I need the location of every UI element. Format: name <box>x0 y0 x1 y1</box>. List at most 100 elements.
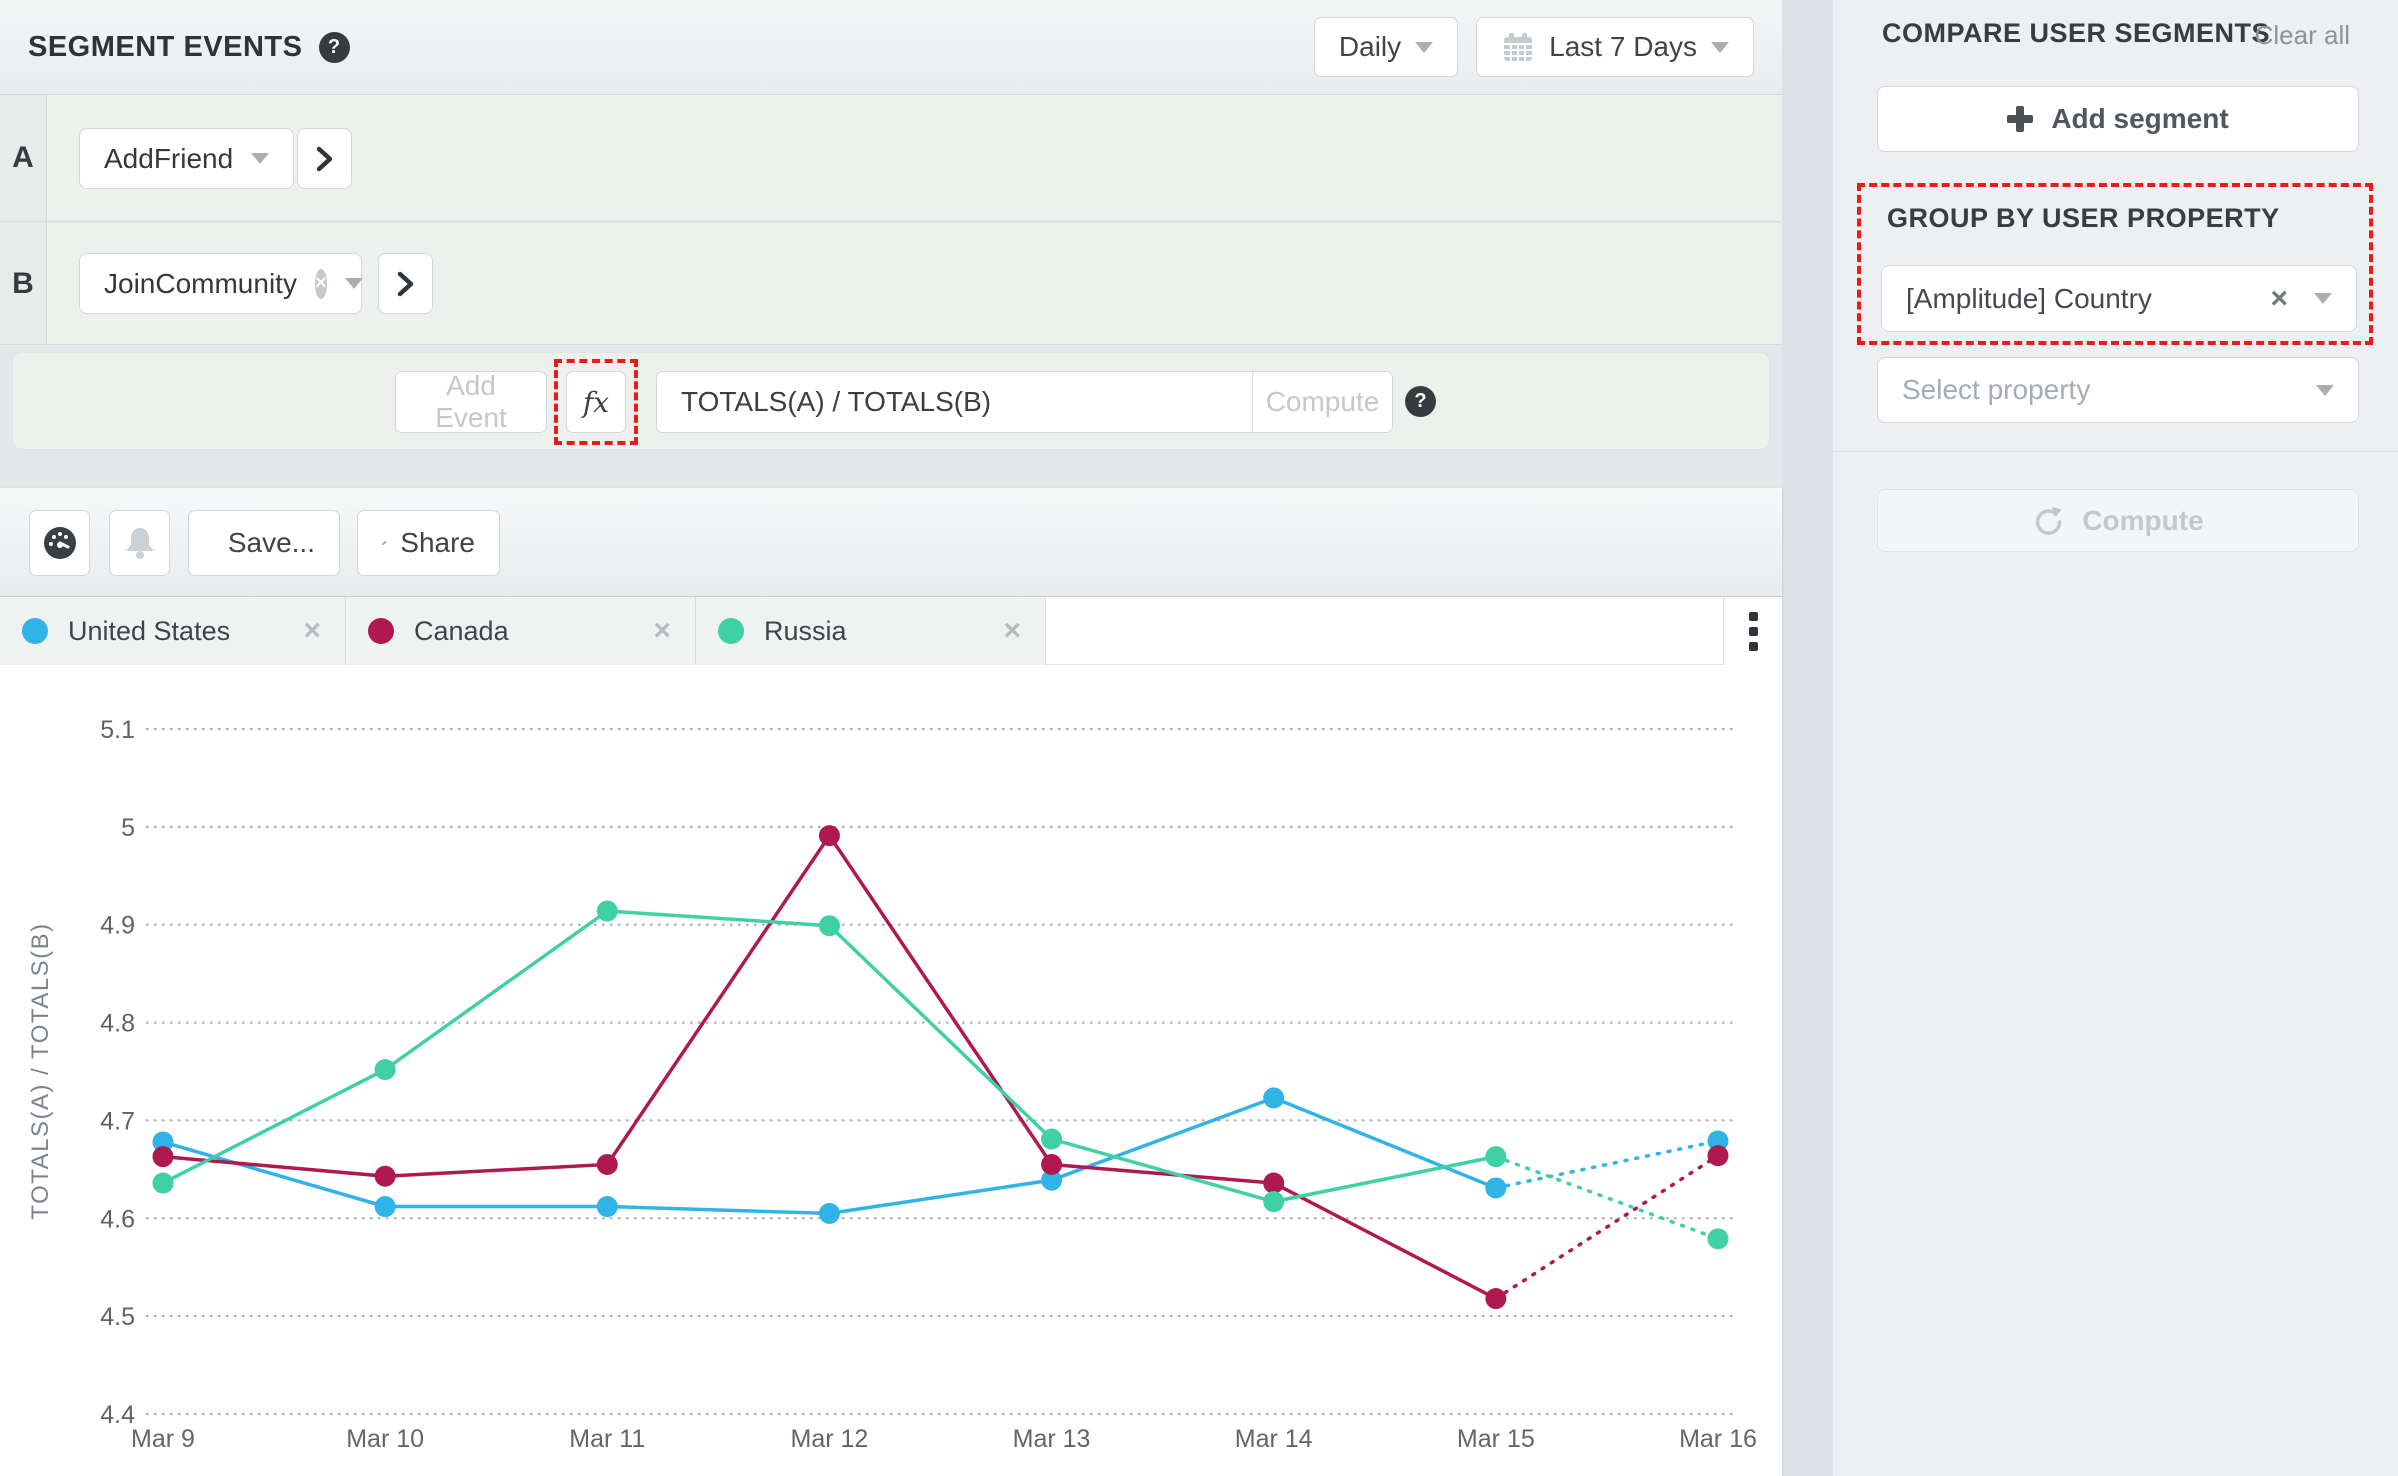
data-point-canada-mar-10[interactable] <box>375 1166 396 1187</box>
x-axis-tick: Mar 12 <box>791 1425 869 1453</box>
close-icon[interactable]: × <box>1003 616 1021 646</box>
caret-down-icon <box>1415 42 1433 53</box>
legend-label: Canada <box>414 616 509 647</box>
data-point-canada-mar-13[interactable] <box>1041 1154 1062 1175</box>
add-segment-button[interactable]: Add segment <box>1877 86 2359 152</box>
data-point-russia-mar-11[interactable] <box>597 901 618 922</box>
clear-property-icon[interactable]: × <box>2270 282 2288 316</box>
data-point-canada-mar-11[interactable] <box>597 1154 618 1175</box>
segment-events-page: SEGMENT EVENTS ? Daily <box>0 0 2398 1476</box>
interval-dropdown[interactable]: Daily <box>1314 17 1458 77</box>
calendar-icon <box>1501 30 1535 64</box>
select-property-dropdown[interactable]: Select property <box>1877 357 2359 423</box>
data-point-united-states-mar-10[interactable] <box>375 1196 396 1217</box>
data-point-russia-mar-10[interactable] <box>375 1059 396 1080</box>
y-axis-tick: 5 <box>121 814 135 842</box>
row-label-b: B <box>0 223 47 344</box>
data-point-united-states-mar-15[interactable] <box>1485 1177 1506 1198</box>
title-wrap: SEGMENT EVENTS ? <box>28 31 350 64</box>
group-by-property-select[interactable]: [Amplitude] Country × <box>1881 265 2357 332</box>
save-label: Save... <box>228 527 315 559</box>
data-point-canada-mar-9[interactable] <box>153 1146 174 1167</box>
data-point-russia-mar-15[interactable] <box>1485 1146 1506 1167</box>
compare-segments-sidebar: COMPARE USER SEGMENTS Clear all Add segm… <box>1833 0 2398 1476</box>
row-label-a: A <box>0 95 47 221</box>
legend-label: United States <box>68 616 230 647</box>
close-icon[interactable]: × <box>653 616 671 646</box>
event-b-name: JoinCommunity <box>104 268 297 300</box>
data-point-russia-mar-13[interactable] <box>1041 1129 1062 1150</box>
data-point-canada-mar-15[interactable] <box>1485 1288 1506 1309</box>
y-axis-tick: 5.1 <box>100 716 135 744</box>
event-b-dropdown[interactable]: JoinCommunity × <box>79 253 362 314</box>
kebab-menu-icon <box>1749 612 1758 621</box>
caret-down-icon <box>251 153 269 164</box>
formula-help-icon[interactable]: ? <box>1405 386 1436 417</box>
x-axis-tick: Mar 10 <box>346 1425 424 1453</box>
dashboard-button[interactable] <box>29 510 90 576</box>
data-point-russia-mar-9[interactable] <box>153 1173 174 1194</box>
group-by-value: [Amplitude] Country <box>1906 283 2270 315</box>
date-range-dropdown[interactable]: Last 7 Days <box>1476 17 1754 77</box>
bell-icon <box>122 524 158 562</box>
caret-down-icon <box>2316 385 2334 396</box>
y-axis-tick: 4.6 <box>100 1205 135 1233</box>
data-point-united-states-mar-14[interactable] <box>1263 1087 1284 1108</box>
y-axis-title: TOTALS(A) / TOTALS(B) <box>27 922 54 1219</box>
data-point-russia-mar-14[interactable] <box>1263 1191 1284 1212</box>
x-axis-tick: Mar 11 <box>569 1425 645 1453</box>
data-point-canada-mar-14[interactable] <box>1263 1173 1284 1194</box>
series-color-dot <box>718 618 744 644</box>
sidebar-compute-button[interactable]: Compute <box>1877 489 2359 552</box>
data-point-united-states-mar-12[interactable] <box>819 1203 840 1224</box>
chevron-right-icon <box>396 270 416 298</box>
fx-button-wrap: fx <box>566 371 626 433</box>
share-label: Share <box>400 527 475 559</box>
x-axis-tick: Mar 9 <box>131 1425 195 1453</box>
remove-event-icon[interactable]: × <box>315 269 327 299</box>
legend-label: Russia <box>764 616 847 647</box>
formula-fx-button[interactable]: fx <box>566 371 626 433</box>
event-b-expand-button[interactable] <box>378 253 433 314</box>
data-point-canada-mar-12[interactable] <box>819 825 840 846</box>
event-a-expand-button[interactable] <box>297 128 352 189</box>
caret-down-icon <box>345 278 363 289</box>
legend-tab-russia[interactable]: Russia × <box>696 597 1046 665</box>
data-point-united-states-mar-11[interactable] <box>597 1196 618 1217</box>
event-a-name: AddFriend <box>104 143 233 175</box>
y-axis-tick: 4.9 <box>100 912 135 940</box>
event-a-dropdown[interactable]: AddFriend <box>79 128 294 189</box>
formula-input-group: Compute <box>656 371 1393 433</box>
clear-all-link[interactable]: Clear all <box>2255 20 2350 51</box>
formula-compute-button[interactable]: Compute <box>1252 372 1392 432</box>
legend-tab-united-states[interactable]: United States × <box>0 597 346 665</box>
caret-down-icon <box>2314 293 2332 304</box>
select-property-placeholder: Select property <box>1902 374 2316 406</box>
help-icon[interactable]: ? <box>319 32 350 63</box>
caret-down-icon <box>1711 42 1729 53</box>
chart-toolbar: Save... Share <box>0 488 1782 597</box>
event-row-a: A AddFriend <box>0 95 1782 222</box>
formula-input[interactable] <box>657 372 1252 432</box>
save-button[interactable]: Save... <box>188 510 340 576</box>
formula-panel: Add Event fx Compute ? <box>12 352 1770 450</box>
sidebar-divider <box>1833 451 2398 452</box>
data-point-russia-mar-12[interactable] <box>819 915 840 936</box>
chart-line-russia <box>163 911 1496 1202</box>
legend-tab-canada[interactable]: Canada × <box>346 597 696 665</box>
share-button[interactable]: Share <box>357 510 500 576</box>
chart-projection-united-states <box>1496 1141 1718 1188</box>
x-axis-tick: Mar 14 <box>1235 1425 1313 1453</box>
chart-options-menu-button[interactable] <box>1723 597 1782 665</box>
chevron-right-icon <box>315 145 335 173</box>
interval-value: Daily <box>1339 31 1401 63</box>
sidebar-title: COMPARE USER SEGMENTS <box>1882 18 2270 49</box>
add-event-button[interactable]: Add Event <box>395 371 547 433</box>
data-point-russia-mar-16[interactable] <box>1707 1228 1728 1249</box>
chart-card: Save... Share United Stat <box>0 488 1782 1476</box>
download-icon <box>213 527 214 559</box>
alert-bell-button[interactable] <box>109 510 170 576</box>
data-point-canada-mar-16[interactable] <box>1707 1145 1728 1166</box>
y-axis-tick: 4.4 <box>100 1401 135 1429</box>
close-icon[interactable]: × <box>303 616 321 646</box>
